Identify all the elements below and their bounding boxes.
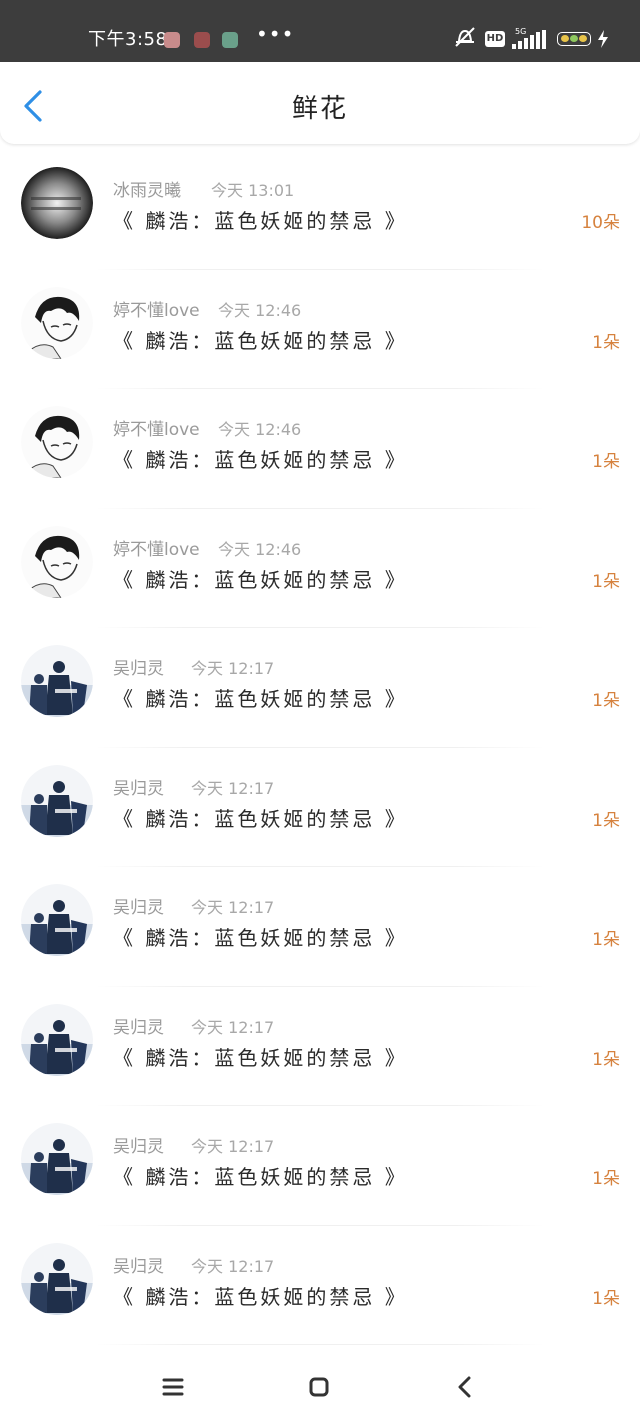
home-square-icon[interactable]	[302, 1370, 336, 1404]
book-title: 《 麟浩：蓝色妖姬的禁忌 》	[113, 567, 408, 592]
user-name: 吴归灵	[113, 1017, 164, 1038]
system-nav-bar	[0, 1352, 640, 1422]
timestamp: 今天 13:01	[211, 181, 295, 200]
avatar[interactable]	[21, 406, 93, 478]
timestamp: 今天 12:17	[191, 898, 275, 917]
avatar[interactable]	[21, 764, 93, 837]
back-nav-icon[interactable]	[448, 1370, 482, 1404]
flower-count: 1朵	[592, 1169, 620, 1189]
flower-count: 1朵	[592, 691, 620, 711]
avatar[interactable]	[21, 1242, 93, 1315]
book-title: 《 麟浩：蓝色妖姬的禁忌 》	[113, 926, 408, 950]
avatar[interactable]	[21, 645, 93, 717]
menu-icon[interactable]	[156, 1370, 190, 1404]
book-title: 《 麟浩：蓝色妖姬的禁忌 》	[113, 1165, 408, 1189]
signal-icon	[512, 30, 546, 49]
list-item[interactable]: 吴归灵 今天 12:17 《 麟浩：蓝色妖姬的禁忌 》 1朵	[0, 628, 640, 748]
user-name: 吴归灵	[113, 659, 164, 679]
user-name: 婷不懂love	[113, 300, 200, 321]
timestamp: 今天 12:17	[191, 659, 275, 678]
list-item[interactable]: 婷不懂love 今天 12:46 《 麟浩：蓝色妖姬的禁忌 》 1朵	[0, 389, 640, 509]
book-title: 《 麟浩：蓝色妖姬的禁忌 》	[113, 209, 408, 233]
timestamp: 今天 12:46	[218, 539, 302, 559]
flower-count: 1朵	[592, 1288, 620, 1309]
list-item[interactable]: 吴归灵 今天 12:17 《 麟浩：蓝色妖姬的禁忌 》 1朵	[0, 1226, 640, 1345]
user-name: 冰雨灵曦	[113, 181, 181, 201]
list-item[interactable]: 吴归灵 今天 12:17 《 麟浩：蓝色妖姬的禁忌 》 1朵	[0, 748, 640, 867]
mute-bell-icon	[455, 27, 475, 47]
timestamp: 今天 12:46	[218, 420, 302, 439]
timestamp: 今天 12:17	[191, 778, 275, 798]
hd-icon: HD	[485, 31, 505, 47]
book-title: 《 麟浩：蓝色妖姬的禁忌 》	[113, 1045, 408, 1070]
flower-count: 1朵	[592, 452, 620, 472]
book-title: 《 麟浩：蓝色妖姬的禁忌 》	[113, 1284, 408, 1309]
page-title: 鲜花	[291, 94, 348, 124]
flower-count: 1朵	[592, 571, 620, 592]
flower-count: 1朵	[592, 930, 620, 950]
avatar[interactable]	[21, 286, 93, 359]
book-title: 《 麟浩：蓝色妖姬的禁忌 》	[113, 687, 408, 711]
more-notifications-icon: •••	[256, 22, 295, 46]
timestamp: 今天 12:17	[191, 1256, 275, 1276]
charging-icon	[598, 30, 608, 48]
user-name: 吴归灵	[113, 778, 164, 799]
user-name: 吴归灵	[113, 1137, 164, 1157]
flower-count: 1朵	[592, 332, 620, 353]
avatar[interactable]	[21, 1123, 93, 1195]
avatar[interactable]	[21, 884, 93, 956]
list-item[interactable]: 冰雨灵曦 今天 13:01 《 麟浩：蓝色妖姬的禁忌 》 10朵	[0, 150, 640, 270]
book-title: 《 麟浩：蓝色妖姬的禁忌 》	[113, 806, 408, 831]
book-title: 《 麟浩：蓝色妖姬的禁忌 》	[113, 448, 408, 472]
timestamp: 今天 12:46	[218, 300, 302, 320]
flower-list: 冰雨灵曦 今天 13:01 《 麟浩：蓝色妖姬的禁忌 》 10朵婷不懂love 今天 1…	[0, 150, 640, 1345]
avatar[interactable]	[21, 1003, 93, 1076]
book-title: 《 麟浩：蓝色妖姬的禁忌 》	[113, 328, 408, 353]
battery-icon	[557, 32, 591, 46]
status-bar: 下午3:58 ••• HD 5G	[0, 0, 640, 62]
flower-count: 1朵	[592, 810, 620, 831]
timestamp: 今天 12:17	[191, 1017, 275, 1037]
list-item[interactable]: 婷不懂love 今天 12:46 《 麟浩：蓝色妖姬的禁忌 》 1朵	[0, 509, 640, 628]
notification-icon	[194, 32, 210, 48]
list-item[interactable]: 吴归灵 今天 12:17 《 麟浩：蓝色妖姬的禁忌 》 1朵	[0, 987, 640, 1106]
avatar[interactable]	[21, 525, 93, 598]
list-item[interactable]: 婷不懂love 今天 12:46 《 麟浩：蓝色妖姬的禁忌 》 1朵	[0, 270, 640, 389]
app-header: 鲜花	[0, 62, 640, 144]
status-time: 下午3:58	[88, 29, 168, 50]
user-name: 吴归灵	[113, 898, 164, 918]
user-name: 婷不懂love	[113, 420, 200, 440]
user-name: 吴归灵	[113, 1256, 164, 1277]
list-item[interactable]: 吴归灵 今天 12:17 《 麟浩：蓝色妖姬的禁忌 》 1朵	[0, 867, 640, 987]
user-name: 婷不懂love	[113, 539, 200, 560]
notification-icon	[164, 32, 180, 48]
notification-icon	[222, 32, 238, 48]
avatar[interactable]	[21, 167, 93, 239]
timestamp: 今天 12:17	[191, 1137, 275, 1156]
list-item[interactable]: 吴归灵 今天 12:17 《 麟浩：蓝色妖姬的禁忌 》 1朵	[0, 1106, 640, 1226]
flower-count: 10朵	[581, 213, 620, 233]
flower-count: 1朵	[592, 1049, 620, 1070]
divider	[95, 1344, 545, 1345]
